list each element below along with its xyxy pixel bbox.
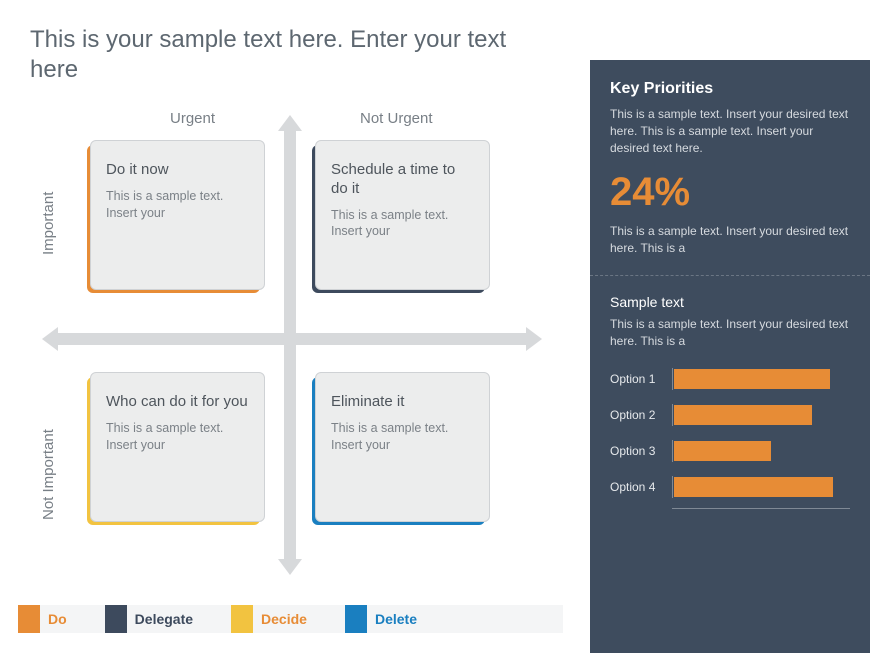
chart-label: Option 3: [610, 444, 672, 458]
chart-bar: [674, 477, 833, 497]
legend-delegate: Delegate: [105, 605, 193, 633]
chart-track: [672, 476, 850, 498]
quadrant-title: Schedule a time to do it: [331, 161, 474, 199]
quadrant-delegate: Who can do it for you This is a sample t…: [90, 372, 265, 522]
quadrant-desc: This is a sample text. Insert your: [106, 420, 249, 454]
swatch-icon: [105, 605, 127, 633]
horizontal-axis-arrow: [42, 332, 542, 346]
axis-urgent: Urgent: [170, 110, 215, 127]
chart-bar: [674, 369, 830, 389]
axis-not-urgent: Not Urgent: [360, 110, 433, 127]
options-bar-chart: Option 1 Option 2 Option 3 Option 4: [610, 364, 850, 509]
percent-stat: 24%: [610, 170, 850, 215]
chart-track: [672, 368, 850, 390]
quadrant-do: Do it now This is a sample text. Insert …: [90, 140, 265, 290]
page-title: This is your sample text here. Enter you…: [30, 25, 550, 85]
legend-label: Delete: [375, 611, 417, 627]
legend-decide: Decide: [231, 605, 307, 633]
swatch-icon: [18, 605, 40, 633]
legend-label: Decide: [261, 611, 307, 627]
legend-do: Do: [18, 605, 67, 633]
chart-bar: [674, 441, 771, 461]
sidebar-panel: Key Priorities This is a sample text. In…: [590, 60, 870, 653]
quadrant-desc: This is a sample text. Insert your: [331, 420, 474, 454]
chart-baseline: [672, 508, 850, 509]
chart-label: Option 1: [610, 372, 672, 386]
chart-row: Option 3: [610, 436, 850, 466]
chart-track: [672, 404, 850, 426]
swatch-icon: [345, 605, 367, 633]
sidebar-subheading: Sample text: [610, 294, 850, 310]
eisenhower-matrix: Urgent Not Urgent Important Not Importan…: [50, 110, 530, 580]
legend-label: Delegate: [135, 611, 193, 627]
quadrant-eliminate: Eliminate it This is a sample text. Inse…: [315, 372, 490, 522]
axis-important: Important: [40, 192, 57, 255]
percent-desc: This is a sample text. Insert your desir…: [610, 223, 850, 257]
chart-row: Option 2: [610, 400, 850, 430]
axis-not-important: Not Important: [40, 429, 57, 520]
divider: [590, 275, 870, 276]
quadrant-title: Eliminate it: [331, 393, 474, 412]
swatch-icon: [231, 605, 253, 633]
quadrant-title: Do it now: [106, 161, 249, 180]
quadrant-desc: This is a sample text. Insert your: [331, 207, 474, 241]
chart-bar: [674, 405, 812, 425]
chart-row: Option 1: [610, 364, 850, 394]
quadrant-title: Who can do it for you: [106, 393, 249, 412]
quadrant-schedule: Schedule a time to do it This is a sampl…: [315, 140, 490, 290]
legend-delete: Delete: [345, 605, 417, 633]
chart-track: [672, 440, 850, 462]
chart-label: Option 4: [610, 480, 672, 494]
quadrant-desc: This is a sample text. Insert your: [106, 188, 249, 222]
chart-row: Option 4: [610, 472, 850, 502]
sidebar-desc: This is a sample text. Insert your desir…: [610, 106, 850, 156]
sidebar-heading: Key Priorities: [610, 80, 850, 98]
legend-bar: Do Delegate Decide Delete: [18, 605, 563, 633]
legend-label: Do: [48, 611, 67, 627]
sidebar-sub-desc: This is a sample text. Insert your desir…: [610, 316, 850, 350]
chart-label: Option 2: [610, 408, 672, 422]
